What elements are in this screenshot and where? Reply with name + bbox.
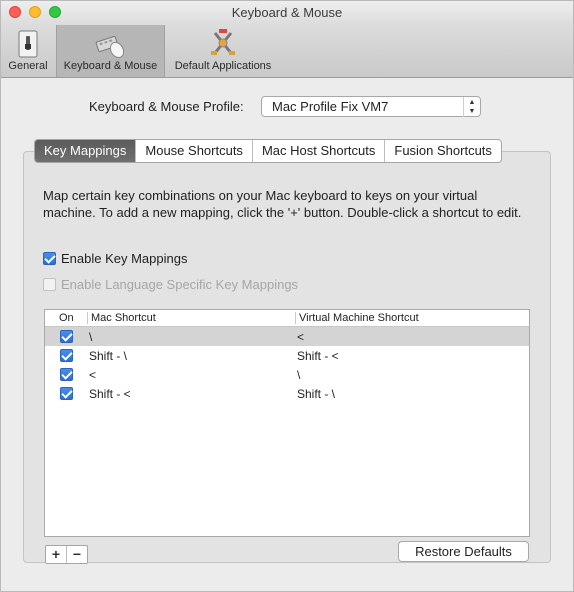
enable-key-mappings-checkbox[interactable] <box>43 252 56 265</box>
mac-shortcut-cell: < <box>89 368 97 382</box>
table-header: On Mac Shortcut Virtual Machine Shortcut <box>45 310 529 327</box>
row-enabled-checkbox[interactable] <box>60 368 73 381</box>
popup-arrows-icon: ▲ ▼ <box>463 97 480 117</box>
toolbar-item-default-applications[interactable]: Default Applications <box>164 25 282 77</box>
enable-language-specific-label: Enable Language Specific Key Mappings <box>61 277 299 292</box>
tab-mouse-shortcuts[interactable]: Mouse Shortcuts <box>136 140 253 162</box>
toolbar-label-keyboard-mouse: Keyboard & Mouse <box>63 60 158 72</box>
vm-shortcut-cell: < <box>297 330 305 344</box>
general-switch-icon <box>18 30 38 58</box>
column-separator <box>87 312 88 324</box>
tab-mac-host-shortcuts[interactable]: Mac Host Shortcuts <box>253 140 386 162</box>
row-enabled-checkbox[interactable] <box>60 330 73 343</box>
mac-shortcut-cell: Shift - \ <box>89 349 128 363</box>
toolbar-label-general: General <box>8 60 48 72</box>
mac-shortcut-cell: \ <box>89 330 93 344</box>
row-enabled-checkbox[interactable] <box>60 387 73 400</box>
column-header-on[interactable]: On <box>59 312 74 324</box>
mac-shortcut-cell: Shift - < <box>89 387 131 401</box>
add-mapping-button[interactable]: + <box>46 546 67 563</box>
table-row[interactable]: \ < <box>45 327 529 346</box>
toolbar: General Keyboard & Mouse Default Applica… <box>1 25 573 78</box>
tab-fusion-shortcuts[interactable]: Fusion Shortcuts <box>385 140 501 162</box>
enable-key-mappings-row[interactable]: Enable Key Mappings <box>43 251 187 266</box>
enable-key-mappings-label: Enable Key Mappings <box>61 251 188 266</box>
profile-label: Keyboard & Mouse Profile: <box>89 99 244 114</box>
table-row[interactable]: Shift - < Shift - \ <box>45 384 529 403</box>
enable-language-specific-checkbox <box>43 278 56 291</box>
keyboard-mouse-icon <box>95 35 124 59</box>
toolbar-item-general[interactable]: General <box>1 25 55 77</box>
toolbar-label-default-applications: Default Applications <box>174 60 272 72</box>
vm-shortcut-cell: \ <box>297 368 301 382</box>
tab-key-mappings[interactable]: Key Mappings <box>35 140 137 162</box>
key-mappings-table: On Mac Shortcut Virtual Machine Shortcut… <box>44 309 530 537</box>
column-separator <box>295 312 296 324</box>
remove-mapping-button[interactable]: − <box>67 546 87 563</box>
profile-popup-value: Mac Profile Fix VM7 <box>272 99 389 114</box>
table-row[interactable]: Shift - \ Shift - < <box>45 346 529 365</box>
preferences-window: Keyboard & Mouse General Keyboard & Mous… <box>0 0 574 592</box>
default-applications-icon <box>211 29 235 55</box>
column-header-mac-shortcut[interactable]: Mac Shortcut <box>91 312 156 324</box>
title-bar: Keyboard & Mouse <box>1 1 573 25</box>
column-header-vm-shortcut[interactable]: Virtual Machine Shortcut <box>299 312 419 324</box>
tab-bar: Key Mappings Mouse Shortcuts Mac Host Sh… <box>34 139 502 163</box>
table-row[interactable]: < \ <box>45 365 529 384</box>
profile-popup[interactable]: Mac Profile Fix VM7 ▲ ▼ <box>261 96 481 117</box>
content-area: Keyboard & Mouse Profile: Mac Profile Fi… <box>1 78 573 591</box>
restore-defaults-button[interactable]: Restore Defaults <box>398 541 529 562</box>
enable-language-specific-row: Enable Language Specific Key Mappings <box>43 277 298 292</box>
description-text: Map certain key combinations on your Mac… <box>43 188 522 220</box>
vm-shortcut-cell: Shift - < <box>297 349 339 363</box>
toolbar-item-keyboard-mouse[interactable]: Keyboard & Mouse <box>56 25 165 77</box>
vm-shortcut-cell: Shift - \ <box>297 387 336 401</box>
window-title: Keyboard & Mouse <box>231 5 343 20</box>
row-enabled-checkbox[interactable] <box>60 349 73 362</box>
add-remove-control: + − <box>45 545 88 564</box>
